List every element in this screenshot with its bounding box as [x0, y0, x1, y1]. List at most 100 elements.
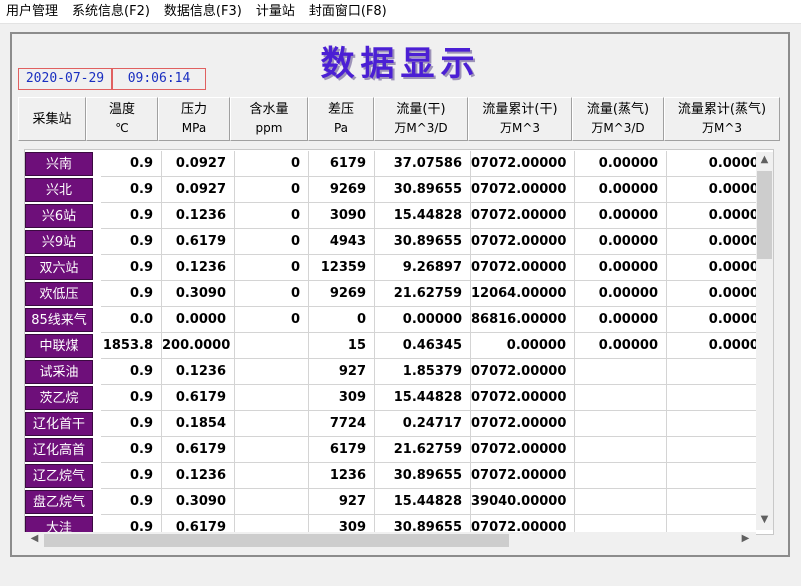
- cell-water-content: [235, 463, 309, 489]
- horizontal-scroll-thumb[interactable]: [44, 534, 509, 547]
- header-water-content: 含水量 ppm: [230, 97, 308, 141]
- menu-system-info[interactable]: 系统信息(F2): [65, 0, 157, 24]
- cell-temperature: 0.0: [101, 307, 162, 333]
- table-row[interactable]: 茨乙烷 0.9 0.6179 309 15.44828 07072.00000: [25, 385, 773, 411]
- vertical-scrollbar[interactable]: ▲ ▼: [756, 152, 773, 530]
- table-row[interactable]: 兴北 0.9 0.0927 0 9269 30.89655 07072.00000 0.000…: [25, 177, 773, 203]
- header-pressure: 压力 MPa: [158, 97, 230, 141]
- station-name-cell[interactable]: 兴6站: [25, 204, 93, 228]
- data-grid[interactable]: 兴南 0.9 0.0927 0 6179 37.07586 07072.00000 0.000…: [24, 149, 774, 535]
- cell-flow-dry: 15.44828: [375, 385, 471, 411]
- cell-pressure: 0.1236: [162, 359, 235, 385]
- cell-water-content: [235, 411, 309, 437]
- station-name-cell[interactable]: 双六站: [25, 256, 93, 280]
- table-row[interactable]: 辽化高首 0.9 0.6179 6179 21.62759 07072.00000: [25, 437, 773, 463]
- cell-flow-total-dry: 07072.00000: [471, 463, 575, 489]
- cell-flow-dry: 0.00000: [375, 307, 471, 333]
- table-row[interactable]: 兴9站 0.9 0.6179 0 4943 30.89655 07072.00000 0.00…: [25, 229, 773, 255]
- menu-user-management[interactable]: 用户管理: [0, 0, 65, 24]
- cell-pressure: 0.0000: [162, 307, 235, 333]
- menu-cover-window[interactable]: 封面窗口(F8): [302, 0, 394, 24]
- cell-pressure: 0.3090: [162, 281, 235, 307]
- cell-flow-dry: 15.44828: [375, 203, 471, 229]
- station-name-cell[interactable]: 欢低压: [25, 282, 93, 306]
- header-flow-steam: 流量(蒸气) 万M^3/D: [572, 97, 664, 141]
- cell-flow-steam: [575, 489, 667, 515]
- cell-flow-steam: 0.00000: [575, 151, 667, 177]
- cell-water-content: 0: [235, 151, 309, 177]
- cell-temperature: 0.9: [101, 489, 162, 515]
- table-row[interactable]: 试采油 0.9 0.1236 927 1.85379 07072.00000: [25, 359, 773, 385]
- station-name-cell[interactable]: 兴南: [25, 152, 93, 176]
- cell-pressure: 0.3090: [162, 489, 235, 515]
- header-label: 采集站: [32, 112, 72, 127]
- cell-pressure: 0.6179: [162, 385, 235, 411]
- header-unit: 万M^3/D: [394, 121, 448, 135]
- cell-water-content: 0: [235, 307, 309, 333]
- cell-diff-pressure: 309: [309, 385, 375, 411]
- station-name-cell[interactable]: 辽化首干: [25, 412, 93, 436]
- scroll-right-arrow-icon[interactable]: ▶: [737, 533, 754, 544]
- table-row[interactable]: 兴南 0.9 0.0927 0 6179 37.07586 07072.00000 0.000…: [25, 151, 773, 177]
- cell-pressure: 0.1236: [162, 203, 235, 229]
- cell-flow-total-dry: 0.00000: [471, 333, 575, 359]
- menu-bar: 用户管理 系统信息(F2) 数据信息(F3) 计量站 封面窗口(F8): [0, 0, 801, 24]
- scroll-down-arrow-icon[interactable]: ▼: [756, 514, 773, 525]
- station-name-cell[interactable]: 盘乙烷气: [25, 490, 93, 514]
- station-name-cell[interactable]: 茨乙烷: [25, 386, 93, 410]
- table-row[interactable]: 双六站 0.9 0.1236 0 12359 9.26897 07072.00000 0.00…: [25, 255, 773, 281]
- header-flow-total-steam: 流量累计(蒸气) 万M^3: [664, 97, 780, 141]
- cell-flow-steam: 0.00000: [575, 229, 667, 255]
- station-name-cell[interactable]: 兴北: [25, 178, 93, 202]
- cell-diff-pressure: 6179: [309, 151, 375, 177]
- cell-diff-pressure: 9269: [309, 177, 375, 203]
- cell-water-content: 0: [235, 281, 309, 307]
- menu-metering-station[interactable]: 计量站: [249, 0, 302, 24]
- cell-water-content: [235, 333, 309, 359]
- cell-temperature: 0.9: [101, 255, 162, 281]
- cell-flow-dry: 21.62759: [375, 281, 471, 307]
- table-row[interactable]: 85线来气 0.0 0.0000 0 0 0.00000 86816.00000 0.0000…: [25, 307, 773, 333]
- scroll-up-arrow-icon[interactable]: ▲: [756, 154, 773, 165]
- horizontal-scrollbar[interactable]: ◀ ▶: [24, 532, 756, 549]
- station-name-cell[interactable]: 中联煤: [25, 334, 93, 358]
- cell-temperature: 0.9: [101, 385, 162, 411]
- cell-flow-steam: [575, 411, 667, 437]
- table-row[interactable]: 盘乙烷气 0.9 0.3090 927 15.44828 39040.00000: [25, 489, 773, 515]
- cell-diff-pressure: 927: [309, 489, 375, 515]
- cell-pressure: 0.1854: [162, 411, 235, 437]
- table-row[interactable]: 辽化首干 0.9 0.1854 7724 0.24717 07072.00000: [25, 411, 773, 437]
- scroll-left-arrow-icon[interactable]: ◀: [26, 533, 43, 544]
- cell-flow-total-dry: 07072.00000: [471, 151, 575, 177]
- header-unit: 万M^3: [701, 121, 743, 135]
- table-row[interactable]: 欢低压 0.9 0.3090 0 9269 21.62759 12064.00000 0.00…: [25, 281, 773, 307]
- cell-temperature: 0.9: [101, 151, 162, 177]
- station-name-cell[interactable]: 试采油: [25, 360, 93, 384]
- station-name-cell[interactable]: 辽化高首: [25, 438, 93, 462]
- station-name-cell[interactable]: 兴9站: [25, 230, 93, 254]
- cell-flow-steam: 0.00000: [575, 281, 667, 307]
- menu-data-info[interactable]: 数据信息(F3): [157, 0, 249, 24]
- cell-flow-total-dry: 07072.00000: [471, 203, 575, 229]
- station-name-cell[interactable]: 85线来气: [25, 308, 93, 332]
- cell-pressure: 200.0000: [162, 333, 235, 359]
- cell-diff-pressure: 6179: [309, 437, 375, 463]
- station-name-cell[interactable]: 辽乙烷气: [25, 464, 93, 488]
- cell-temperature: 0.9: [101, 463, 162, 489]
- table-row[interactable]: 兴6站 0.9 0.1236 0 3090 15.44828 07072.00000 0.00…: [25, 203, 773, 229]
- vertical-scroll-thumb[interactable]: [757, 171, 772, 259]
- cell-flow-steam: 0.00000: [575, 177, 667, 203]
- cell-pressure: 0.6179: [162, 229, 235, 255]
- table-row[interactable]: 辽乙烷气 0.9 0.1236 1236 30.89655 07072.00000: [25, 463, 773, 489]
- cell-flow-total-dry: 86816.00000: [471, 307, 575, 333]
- cell-temperature: 0.9: [101, 229, 162, 255]
- cell-flow-dry: 0.46345: [375, 333, 471, 359]
- cell-flow-steam: [575, 359, 667, 385]
- header-label: 流量累计(蒸气): [677, 102, 767, 117]
- cell-diff-pressure: 927: [309, 359, 375, 385]
- cell-water-content: 0: [235, 229, 309, 255]
- cell-diff-pressure: 15: [309, 333, 375, 359]
- table-row[interactable]: 中联煤 1853.8 200.0000 15 0.46345 0.00000 0.00000…: [25, 333, 773, 359]
- cell-flow-steam: 0.00000: [575, 203, 667, 229]
- cell-diff-pressure: 12359: [309, 255, 375, 281]
